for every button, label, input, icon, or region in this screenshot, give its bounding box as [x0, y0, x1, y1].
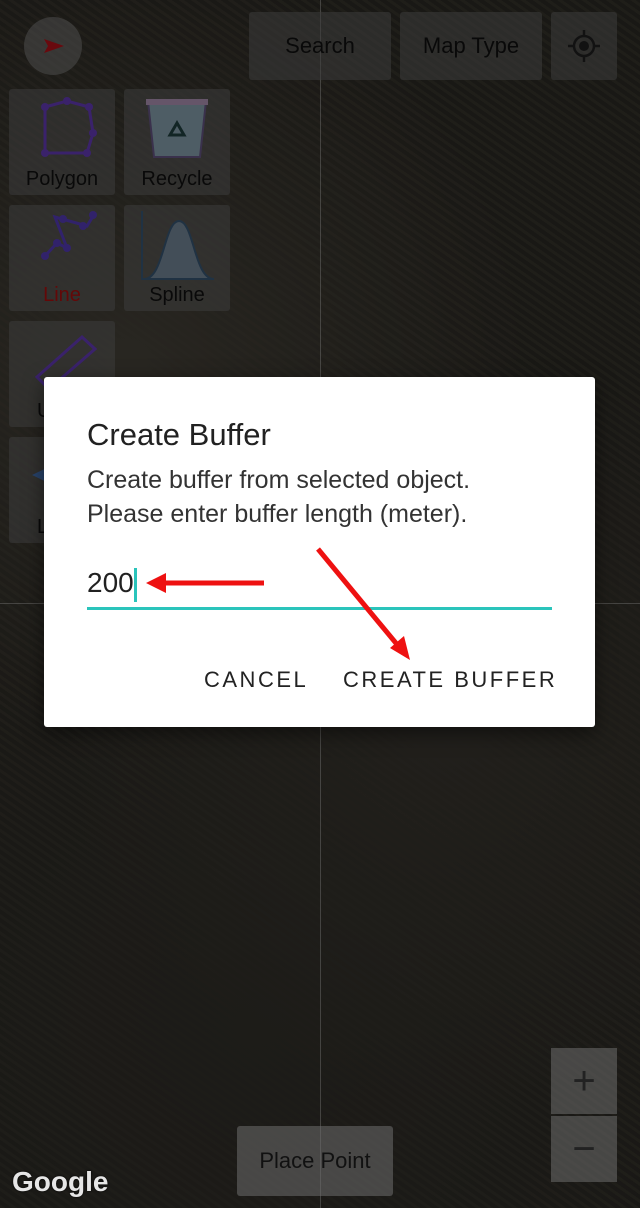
- place-point-button[interactable]: Place Point: [237, 1126, 393, 1196]
- zoom-out-button[interactable]: −: [551, 1116, 617, 1182]
- annotation-arrows: [146, 547, 410, 660]
- arrow-to-input: [146, 573, 264, 593]
- google-logo: Google: [12, 1166, 109, 1197]
- arrow-to-create-button: [316, 547, 410, 660]
- zoom-in-button[interactable]: +: [551, 1048, 617, 1114]
